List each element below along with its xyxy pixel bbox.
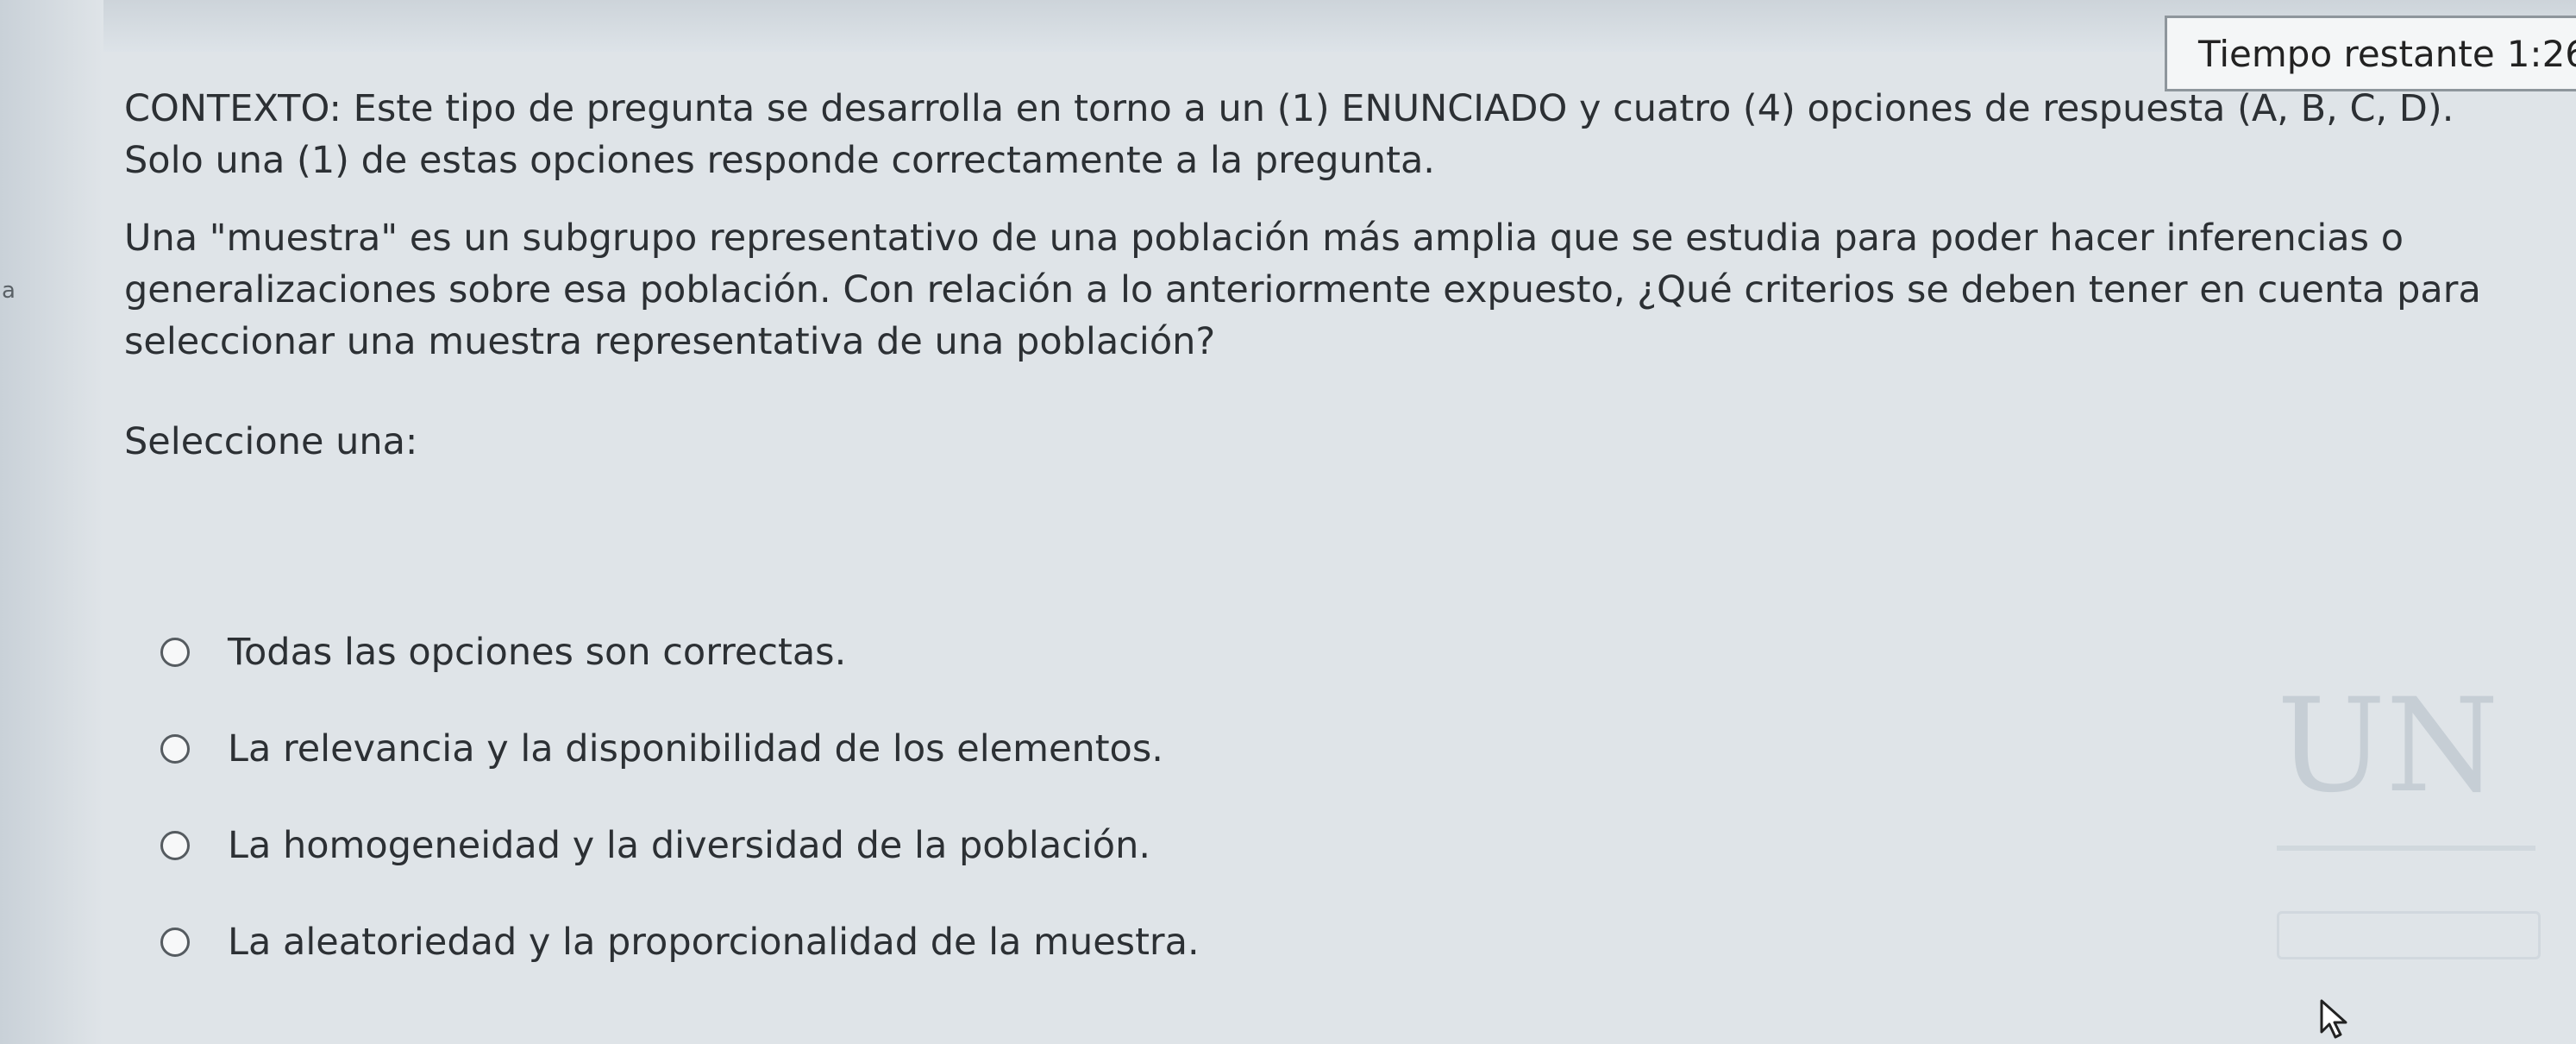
option-label[interactable]: Todas las opciones son correctas. — [228, 631, 846, 674]
radio-button-icon[interactable] — [160, 831, 190, 860]
statement-line-1: Una "muestra" es un subgrupo representat… — [124, 217, 2404, 260]
option-d[interactable]: La aleatoriedad y la proporcionalidad de… — [160, 894, 1200, 991]
select-prompt: Seleccione una: — [124, 420, 418, 463]
statement-line-3: seleccionar una muestra representativa d… — [124, 320, 1216, 363]
context-line-1: CONTEXTO: Este tipo de pregunta se desar… — [124, 87, 2454, 130]
logo-mark: UN — [2277, 671, 2499, 821]
radio-button-icon[interactable] — [160, 734, 190, 764]
mouse-pointer-icon — [2320, 999, 2349, 1042]
timer-label: Tiempo restante — [2198, 32, 2495, 75]
radio-button-icon[interactable] — [160, 638, 190, 667]
statement-line-2: generalizaciones sobre esa población. Co… — [124, 268, 2481, 311]
option-c[interactable]: La homogeneidad y la diversidad de la po… — [160, 797, 1200, 894]
context-block: CONTEXTO: Este tipo de pregunta se desar… — [124, 83, 2539, 186]
answer-options: Todas las opciones son correctas. La rel… — [160, 604, 1200, 991]
logo-badge — [2277, 911, 2541, 959]
option-label[interactable]: La homogeneidad y la diversidad de la po… — [228, 824, 1150, 867]
option-b[interactable]: La relevancia y la disponibilidad de los… — [160, 701, 1200, 797]
logo-divider — [2277, 846, 2535, 851]
context-line-2: Solo una (1) de estas opciones responde … — [124, 139, 1435, 182]
option-label[interactable]: La relevancia y la disponibilidad de los… — [228, 727, 1163, 770]
question-area: CONTEXTO: Este tipo de pregunta se desar… — [124, 83, 2539, 500]
option-label[interactable]: La aleatoriedad y la proporcionalidad de… — [228, 921, 1200, 964]
radio-button-icon[interactable] — [160, 928, 190, 957]
side-marker: a — [2, 278, 16, 304]
statement-block: Una "muestra" es un subgrupo representat… — [124, 212, 2539, 368]
university-logo-watermark: UN — [2277, 682, 2570, 966]
timer-box: Tiempo restante 1:26: — [2165, 16, 2576, 91]
timer-value: 1:26: — [2506, 32, 2576, 75]
page-left-edge — [0, 0, 103, 1044]
option-a[interactable]: Todas las opciones son correctas. — [160, 604, 1200, 701]
